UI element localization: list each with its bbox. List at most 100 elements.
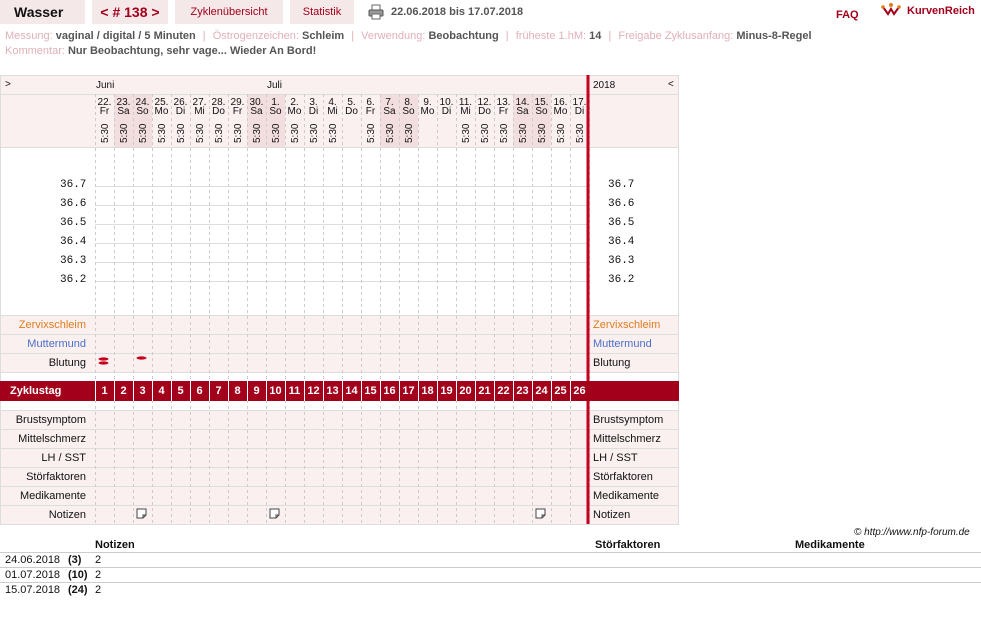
kurvenreich-logo-icon[interactable]: [881, 2, 901, 20]
temp-label-left: 36.4: [60, 236, 87, 248]
row-label-brustsymptom-right[interactable]: Brustsymptom: [593, 411, 663, 429]
row-label-stoerfaktoren[interactable]: Störfaktoren: [0, 468, 86, 486]
measurement-time-label: 5:30: [100, 123, 111, 143]
bleeding-mark: [136, 356, 147, 360]
messung-value: vaginal / digital / 5 Minuten: [55, 30, 196, 42]
month-label-july: Juli: [267, 80, 282, 91]
cycle-day-separator: [228, 381, 229, 401]
printer-icon[interactable]: [368, 4, 384, 20]
temp-label-left: 36.7: [60, 179, 87, 191]
cycle-day-separator: [475, 381, 476, 401]
logo-text[interactable]: KurvenReich: [907, 0, 975, 22]
row-label-brustsymptom[interactable]: Brustsymptom: [0, 411, 86, 429]
frueheste-label: früheste 1.hM:: [515, 30, 587, 42]
row-label-stoerfaktoren-right[interactable]: Störfaktoren: [593, 468, 653, 486]
cycle-day-separator: [247, 381, 248, 401]
cycle-day-separator: [399, 381, 400, 401]
temp-label-right: 36.5: [608, 217, 635, 229]
day-weekday-label: So: [402, 106, 415, 117]
day-weekday-label: Di: [176, 106, 185, 117]
row-label-zervixschleim-right[interactable]: Zervixschleim: [593, 316, 660, 334]
measurement-time-label: 5:30: [138, 123, 149, 143]
row-label-lh-sst-right[interactable]: LH / SST: [593, 449, 638, 467]
note-icon: [535, 508, 546, 519]
cycle-day-number: 14: [345, 385, 358, 397]
table-row: 24.06.2018 (3) 2: [0, 552, 981, 567]
cycle-day-separator: [551, 381, 552, 401]
note-icon: [269, 508, 280, 519]
row-label-medikamente[interactable]: Medikamente: [0, 487, 86, 505]
notes-column-header: Notizen: [95, 539, 135, 551]
cycle-day-separator: [361, 381, 362, 401]
measurement-time-label: 5:30: [233, 123, 244, 143]
temp-label-left: 36.6: [60, 198, 87, 210]
day-weekday-label: Sa: [117, 106, 130, 117]
frueheste-value: 14: [589, 30, 602, 42]
cycle-day-number: 11: [288, 385, 301, 397]
top-bar: Wasser < # 138 > Zyklenübersicht Statist…: [0, 0, 981, 26]
kommentar-label: Kommentar:: [5, 45, 65, 57]
cycle-day-separator: [323, 381, 324, 401]
year-label: 2018: [593, 80, 616, 91]
measurement-time-label: 5:30: [252, 123, 263, 143]
cycle-day-number: 19: [440, 385, 453, 397]
measurement-time-label: 5:30: [575, 123, 586, 143]
cycle-day-number: 1: [101, 385, 108, 397]
nav-previous-icon: >: [5, 79, 11, 90]
cycle-day-separator: [532, 381, 533, 401]
day-weekday-label: Do: [478, 106, 491, 117]
measurement-info: Messung: vaginal / digital / 5 Minuten |…: [5, 30, 812, 42]
row-label-mittelschmerz[interactable]: Mittelschmerz: [0, 430, 86, 448]
cycle-day-separator: [190, 381, 191, 401]
measurement-time-label: 5:30: [366, 123, 377, 143]
measurement-time-label: 5:30: [556, 123, 567, 143]
row-label-mittelschmerz-right[interactable]: Mittelschmerz: [593, 430, 661, 448]
row-label-muttermund[interactable]: Muttermund: [0, 335, 86, 353]
day-weekday-label: Di: [575, 106, 584, 117]
cycle-day-separator: [418, 381, 419, 401]
cycle-day-number: 2: [120, 385, 127, 397]
row-label-notizen[interactable]: Notizen: [0, 506, 86, 524]
day-weekday-label: Mo: [554, 106, 568, 117]
cycle-switcher[interactable]: < # 138 >: [92, 0, 168, 24]
row-label-blutung-right[interactable]: Blutung: [593, 354, 630, 372]
day-weekday-label: Di: [309, 106, 318, 117]
cycle-day-separator: [285, 381, 286, 401]
row-label-notizen-right[interactable]: Notizen: [593, 506, 630, 524]
row-label-zervixschleim[interactable]: Zervixschleim: [0, 316, 86, 334]
cycle-day-number: 8: [234, 385, 241, 397]
nav-next-icon: <: [668, 79, 674, 90]
day-weekday-label: Mi: [460, 106, 471, 117]
note-date: 24.06.2018: [5, 554, 61, 566]
note-date: 15.07.2018: [5, 584, 61, 596]
cycle-overview-link[interactable]: Zyklenübersicht: [175, 0, 283, 24]
note-text: 2: [95, 584, 102, 596]
measurement-time-label: 5:30: [271, 123, 282, 143]
cycle-day-separator: [342, 381, 343, 401]
row-label-muttermund-right[interactable]: Muttermund: [593, 335, 652, 353]
note-icon-body: [269, 508, 280, 519]
measurement-time-label: 5:30: [309, 123, 320, 143]
copyright: © http://www.nfp-forum.de: [854, 527, 970, 538]
row-label-blutung[interactable]: Blutung: [0, 354, 86, 372]
day-weekday-label: Fr: [499, 106, 509, 117]
row-label-medikamente-right[interactable]: Medikamente: [593, 487, 659, 505]
measurement-time-label: 5:30: [480, 123, 491, 143]
measurement-time-label: 5:30: [157, 123, 168, 143]
cycle-day-number: 3: [139, 385, 146, 397]
cycle-day-separator: [304, 381, 305, 401]
cycle-day-separator: [152, 381, 153, 401]
note-text: 2: [95, 554, 102, 566]
note-date: 01.07.2018: [5, 569, 61, 581]
day-weekday-label: Mo: [155, 106, 169, 117]
faq-link[interactable]: FAQ: [836, 3, 859, 27]
cycle-day-separator: [133, 381, 134, 401]
cycle-day-number: 20: [459, 385, 472, 397]
cycle-day-number: 26: [573, 385, 586, 397]
note-cycle-day: (10): [68, 569, 88, 581]
bleeding-mark: [98, 357, 109, 361]
row-label-lh-sst[interactable]: LH / SST: [0, 449, 86, 467]
statistics-link[interactable]: Statistik: [290, 0, 354, 24]
cycle-day-separator: [437, 381, 438, 401]
user-name[interactable]: Wasser: [0, 0, 85, 24]
